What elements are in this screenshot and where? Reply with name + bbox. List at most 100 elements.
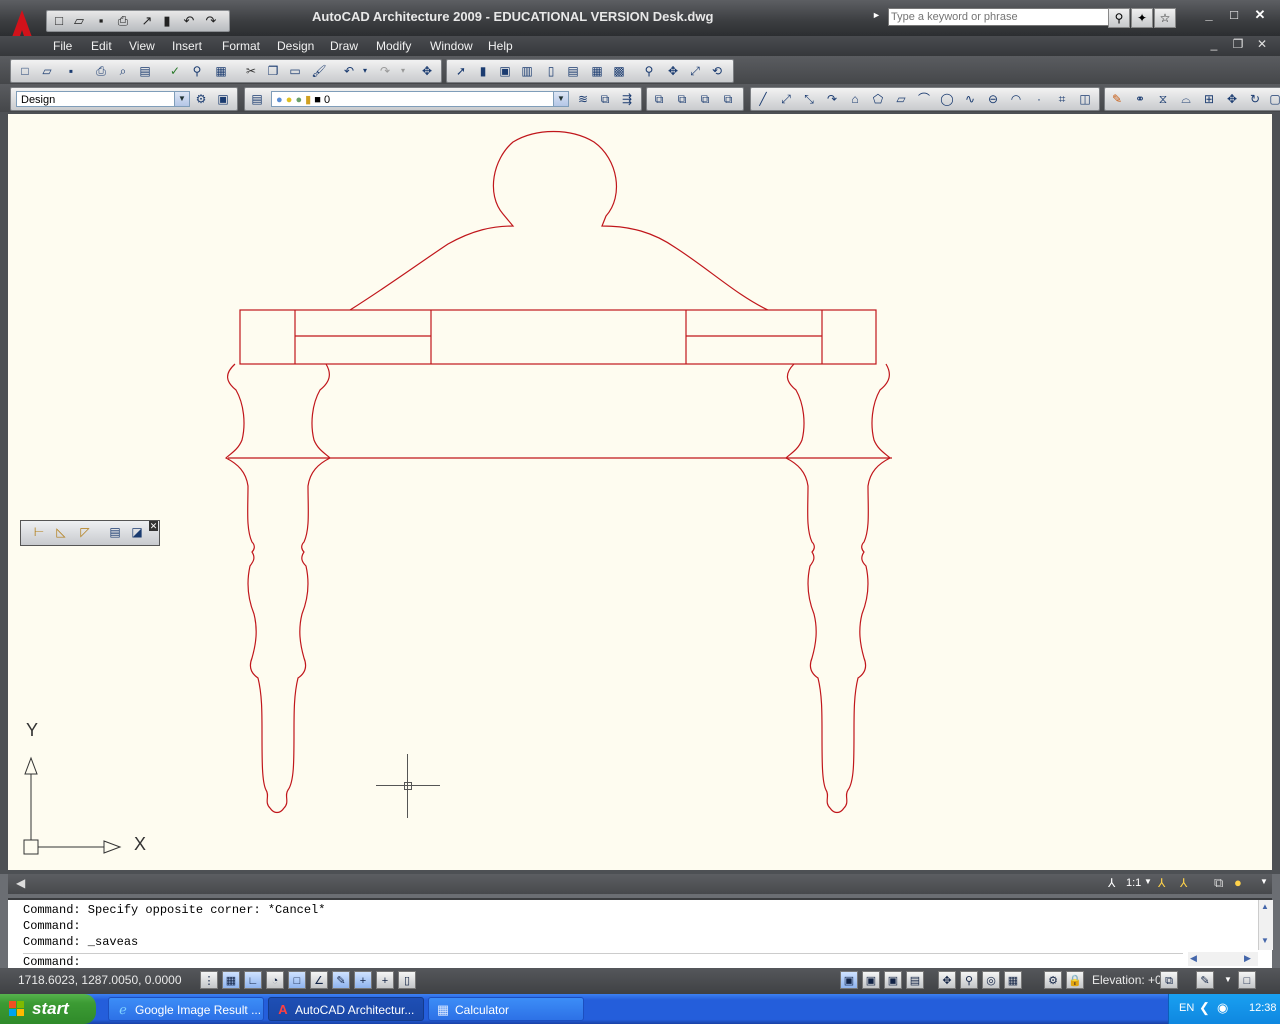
menu-insert[interactable]: Insert — [172, 38, 202, 54]
send-to-back-icon[interactable]: ⧉ — [674, 91, 690, 107]
zoom-previous-icon[interactable]: ⟲ — [709, 63, 725, 79]
tray-arrow-icon[interactable]: ❮ — [1199, 1000, 1210, 1016]
polygon-icon[interactable]: ⬠ — [870, 91, 886, 107]
expand-arrow-icon[interactable]: ► — [872, 10, 881, 20]
layer-key-icon[interactable]: ⧉ — [1160, 971, 1178, 989]
menu-edit[interactable]: Edit — [91, 38, 112, 54]
copy-object-icon[interactable]: ⚭ — [1132, 91, 1148, 107]
redo-icon[interactable]: ↷ — [377, 63, 393, 79]
model-space-icon[interactable]: ▣ — [840, 971, 858, 989]
aligned-dimension-icon[interactable]: ◺ — [53, 524, 69, 540]
publish-icon[interactable]: ▤ — [137, 63, 153, 79]
select-cursor-icon[interactable]: ➚ — [453, 63, 469, 79]
layer-states-icon[interactable]: ⇶ — [619, 91, 635, 107]
menu-file[interactable]: File — [53, 38, 72, 54]
new-icon[interactable]: □ — [51, 13, 67, 29]
spelling-icon[interactable]: ✓ — [167, 63, 183, 79]
wrench-icon[interactable]: ✎ — [1196, 971, 1214, 989]
markup-icon[interactable]: ▤ — [565, 63, 581, 79]
elevation-readout[interactable]: Elevation: +0 — [1092, 973, 1162, 987]
plot-preview-icon[interactable]: ⌕ — [115, 63, 131, 79]
array-icon[interactable]: ⊞ — [1201, 91, 1217, 107]
tray-app-icon[interactable]: ◉ — [1217, 1000, 1228, 1016]
send-under-icon[interactable]: ⧉ — [720, 91, 736, 107]
document-close-button[interactable]: ✕ — [1252, 37, 1272, 51]
workspace-switch-icon[interactable]: ⧉ — [1214, 875, 1223, 891]
ortho-mode-icon[interactable]: ∟ — [244, 971, 262, 989]
redo-dropdown-icon[interactable]: ▾ — [395, 63, 411, 79]
command-scrollbar[interactable]: ▲ ▼ — [1258, 900, 1273, 950]
show-motion-icon[interactable]: ▦ — [1004, 971, 1022, 989]
mirror-icon[interactable]: ⧖ — [1155, 91, 1171, 107]
menu-modify[interactable]: Modify — [376, 38, 411, 54]
chevron-down-icon[interactable]: ▼ — [1144, 877, 1152, 886]
close-icon[interactable]: ✕ — [149, 521, 158, 531]
save-icon[interactable]: ▪ — [63, 63, 79, 79]
favorites-star-icon[interactable]: ☆ — [1154, 8, 1176, 28]
menu-draw[interactable]: Draw — [330, 38, 358, 54]
publish-icon[interactable]: ↗ — [139, 13, 155, 29]
redo-icon[interactable]: ↷ — [203, 13, 219, 29]
scroll-down-icon[interactable]: ▼ — [1261, 936, 1269, 945]
ellipse-icon[interactable]: ⊖ — [985, 91, 1001, 107]
lock-icon[interactable]: 🔒 — [1066, 971, 1084, 989]
region-icon[interactable]: ⌗ — [1054, 91, 1070, 107]
steering-wheel-icon[interactable]: ◎ — [982, 971, 1000, 989]
annotation-scale[interactable]: 1:1 — [1126, 877, 1141, 889]
clean-screen-icon[interactable]: □ — [1238, 971, 1256, 989]
construction-line-icon[interactable]: ⤢ — [778, 91, 794, 107]
workspace-select[interactable]: Design ▼ — [16, 91, 190, 107]
quickcalc-icon[interactable]: ▦ — [589, 63, 605, 79]
tool-palettes-icon[interactable]: ▥ — [519, 63, 535, 79]
search-icon[interactable]: ⚲ — [1108, 8, 1130, 28]
properties-palette-icon[interactable]: ▮ — [475, 63, 491, 79]
plot-icon[interactable]: ⎙ — [93, 63, 109, 79]
close-window-button[interactable]: ✕ — [1249, 6, 1271, 24]
open-icon[interactable]: ▱ — [71, 13, 87, 29]
print-icon[interactable]: ⎙ — [115, 13, 131, 29]
paste-icon[interactable]: ▭ — [287, 63, 303, 79]
annotation-visibility-icon[interactable]: ⅄ — [1158, 876, 1165, 890]
save-icon[interactable]: ▪ — [93, 13, 109, 29]
layer-properties-icon[interactable]: ▤ — [249, 91, 265, 107]
settings-gear-icon[interactable]: ⚙ — [1044, 971, 1062, 989]
menu-help[interactable]: Help — [488, 38, 513, 54]
chevron-down-icon[interactable]: ▼ — [1260, 877, 1268, 886]
quick-properties-icon[interactable]: ▯ — [398, 971, 416, 989]
zoom-realtime-icon[interactable]: ⚲ — [641, 63, 657, 79]
find-icon[interactable]: ⚲ — [189, 63, 205, 79]
layer-select[interactable]: ● ● ● ▮ ■ 0 ▼ — [271, 91, 569, 107]
taskbar-item-autocad[interactable]: A AutoCAD Architectur... — [268, 997, 424, 1021]
dimension-style-icon[interactable]: ▤ — [107, 524, 123, 540]
dimension-edit-icon[interactable]: ◪ — [129, 524, 145, 540]
layout-toggle-icon[interactable]: ◀ — [16, 876, 25, 890]
menu-window[interactable]: Window — [430, 38, 473, 54]
open-icon[interactable]: ▱ — [39, 63, 55, 79]
menu-design[interactable]: Design — [277, 38, 314, 54]
new-icon[interactable]: □ — [17, 63, 33, 79]
point-icon[interactable]: · — [1031, 91, 1047, 107]
start-button[interactable]: start — [0, 994, 96, 1024]
polyline-icon[interactable]: ⤡ — [801, 91, 817, 107]
pan-icon[interactable]: ✥ — [665, 63, 681, 79]
scroll-up-icon[interactable]: ▲ — [1261, 902, 1269, 911]
document-minimize-button[interactable]: _ — [1204, 37, 1224, 51]
calculator-icon[interactable]: ▦ — [213, 63, 229, 79]
annotation-scale-icon[interactable]: ⅄ — [1108, 876, 1115, 890]
chevron-down-icon[interactable]: ▼ — [553, 92, 568, 106]
bring-to-front-icon[interactable]: ⧉ — [651, 91, 667, 107]
linear-dimension-icon[interactable]: ⊢ — [31, 524, 47, 540]
offset-icon[interactable]: ⌓ — [1178, 91, 1194, 107]
match-properties-icon[interactable]: 🖌 — [311, 63, 327, 79]
taskbar-item-browser[interactable]: ℯ Google Image Result ... — [108, 997, 264, 1021]
layer-previous-icon[interactable]: ⧉ — [597, 91, 613, 107]
layout2-icon[interactable]: ▣ — [884, 971, 902, 989]
taskbar-item-calculator[interactable]: ▦ Calculator — [428, 997, 584, 1021]
ellipse-arc-icon[interactable]: ◠ — [1008, 91, 1024, 107]
circle-icon[interactable]: ◯ — [939, 91, 955, 107]
language-indicator[interactable]: EN — [1179, 1002, 1194, 1014]
dynamic-ucs-icon[interactable]: ✎ — [332, 971, 350, 989]
chevron-down-icon[interactable]: ▼ — [1224, 975, 1232, 984]
scroll-left-icon[interactable]: ◀ — [1190, 953, 1197, 964]
design-center-icon[interactable]: ▣ — [497, 63, 513, 79]
